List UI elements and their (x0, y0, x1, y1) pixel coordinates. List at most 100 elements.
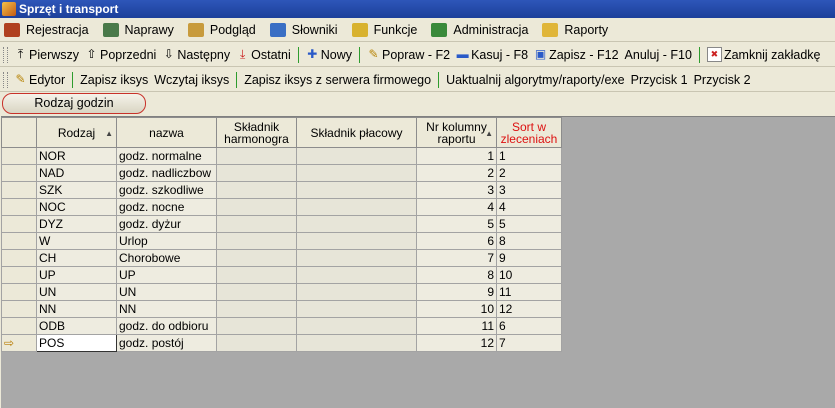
row-indicator[interactable] (1, 300, 37, 318)
cell-sort[interactable]: 10 (496, 266, 562, 284)
table-row-selected[interactable]: ⇨ POS godz. postój 12 7 (1, 334, 562, 352)
delete-button[interactable]: ▬ Kasuj - F8 (453, 48, 531, 62)
column-header-nr-kolumny[interactable]: Nr kolumny raportu ▲ (416, 117, 497, 148)
cell-sort[interactable]: 12 (496, 300, 562, 318)
custom-button-1[interactable]: Przycisk 1 (628, 73, 691, 87)
table-row[interactable]: NOR godz. normalne 1 1 (1, 147, 562, 165)
menu-administracja[interactable]: Administracja (427, 19, 538, 41)
save-button[interactable]: ▣ Zapisz - F12 (531, 48, 621, 62)
editor-button[interactable]: ✎ Edytor (11, 73, 68, 87)
table-row[interactable]: NN NN 10 12 (1, 300, 562, 318)
cell-skladnik-plac[interactable] (296, 147, 417, 165)
menu-naprawy[interactable]: Naprawy (99, 19, 184, 41)
cell-skladnik-plac[interactable] (296, 198, 417, 216)
cell-skladnik-harm[interactable] (216, 181, 297, 199)
toolbar-grip[interactable] (3, 71, 8, 88)
menu-funkcje[interactable]: Funkcje (348, 19, 428, 41)
cell-nazwa[interactable]: godz. dyżur (116, 215, 217, 233)
menu-podglad[interactable]: Podgląd (184, 19, 266, 41)
cell-skladnik-harm[interactable] (216, 232, 297, 250)
cell-nr-kolumny[interactable]: 12 (416, 334, 497, 352)
cell-nazwa[interactable]: UP (116, 266, 217, 284)
first-button[interactable]: ⤒ Pierwszy (11, 48, 82, 62)
row-indicator[interactable] (1, 317, 37, 335)
save-iksys-server-button[interactable]: Zapisz iksys z serwera firmowego (241, 73, 434, 87)
cancel-button[interactable]: Anuluj - F10 (622, 48, 695, 62)
cell-rodzaj[interactable]: CH (36, 249, 117, 267)
cell-nr-kolumny[interactable]: 9 (416, 283, 497, 301)
row-indicator[interactable] (1, 164, 37, 182)
cell-rodzaj[interactable]: NN (36, 300, 117, 318)
cell-rodzaj[interactable]: POS (36, 334, 117, 352)
cell-nazwa[interactable]: godz. nadliczbow (116, 164, 217, 182)
cell-sort[interactable]: 5 (496, 215, 562, 233)
column-header-skladnik-harmonogramu[interactable]: Składnik harmonogra (216, 117, 297, 148)
menu-slowniki[interactable]: Słowniki (266, 19, 348, 41)
row-indicator[interactable] (1, 266, 37, 284)
cell-nazwa[interactable]: Chorobowe (116, 249, 217, 267)
cell-skladnik-harm[interactable] (216, 249, 297, 267)
table-row[interactable]: NOC godz. nocne 4 4 (1, 198, 562, 216)
close-tab-button[interactable]: ✖ Zamknij zakładkę (704, 47, 824, 62)
cell-skladnik-plac[interactable] (296, 300, 417, 318)
cell-rodzaj[interactable]: ODB (36, 317, 117, 335)
cell-nr-kolumny[interactable]: 7 (416, 249, 497, 267)
new-button[interactable]: ✚ Nowy (303, 48, 355, 62)
cell-skladnik-plac[interactable] (296, 232, 417, 250)
row-indicator[interactable] (1, 215, 37, 233)
cell-skladnik-harm[interactable] (216, 266, 297, 284)
menu-raporty[interactable]: Raporty (538, 19, 618, 41)
row-indicator[interactable] (1, 181, 37, 199)
cell-nazwa[interactable]: UN (116, 283, 217, 301)
save-iksys-button[interactable]: Zapisz iksys (77, 73, 151, 87)
cell-nr-kolumny[interactable]: 1 (416, 147, 497, 165)
row-indicator[interactable] (1, 249, 37, 267)
cell-skladnik-harm[interactable] (216, 300, 297, 318)
load-iksys-button[interactable]: Wczytaj iksys (151, 73, 232, 87)
cell-nr-kolumny[interactable]: 11 (416, 317, 497, 335)
column-header-sort[interactable]: Sort w zleceniach (496, 117, 562, 148)
cell-sort[interactable]: 3 (496, 181, 562, 199)
table-row[interactable]: NAD godz. nadliczbow 2 2 (1, 164, 562, 182)
cell-skladnik-harm[interactable] (216, 164, 297, 182)
cell-rodzaj[interactable]: NOR (36, 147, 117, 165)
menu-rejestracja[interactable]: Rejestracja (0, 19, 99, 41)
cell-skladnik-plac[interactable] (296, 215, 417, 233)
update-algorithms-button[interactable]: Uaktualnij algorytmy/raporty/exe (443, 73, 628, 87)
cell-skladnik-plac[interactable] (296, 317, 417, 335)
cell-rodzaj[interactable]: NOC (36, 198, 117, 216)
column-header-nazwa[interactable]: nazwa (116, 117, 217, 148)
cell-nazwa[interactable]: Urlop (116, 232, 217, 250)
cell-skladnik-harm[interactable] (216, 317, 297, 335)
row-indicator[interactable] (1, 147, 37, 165)
cell-sort[interactable]: 8 (496, 232, 562, 250)
row-indicator[interactable]: ⇨ (1, 334, 37, 352)
cell-nazwa[interactable]: godz. nocne (116, 198, 217, 216)
cell-nr-kolumny[interactable]: 2 (416, 164, 497, 182)
cell-skladnik-plac[interactable] (296, 181, 417, 199)
custom-button-2[interactable]: Przycisk 2 (691, 73, 754, 87)
cell-nazwa[interactable]: godz. szkodliwe (116, 181, 217, 199)
cell-skladnik-harm[interactable] (216, 215, 297, 233)
cell-skladnik-plac[interactable] (296, 266, 417, 284)
cell-rodzaj[interactable]: SZK (36, 181, 117, 199)
table-row[interactable]: W Urlop 6 8 (1, 232, 562, 250)
row-indicator[interactable] (1, 232, 37, 250)
table-row[interactable]: DYZ godz. dyżur 5 5 (1, 215, 562, 233)
cell-rodzaj[interactable]: DYZ (36, 215, 117, 233)
cell-skladnik-plac[interactable] (296, 249, 417, 267)
cell-sort[interactable]: 6 (496, 317, 562, 335)
cell-skladnik-harm[interactable] (216, 147, 297, 165)
cell-nr-kolumny[interactable]: 4 (416, 198, 497, 216)
cell-rodzaj[interactable]: UN (36, 283, 117, 301)
cell-nr-kolumny[interactable]: 3 (416, 181, 497, 199)
column-header-skladnik-placowy[interactable]: Składnik płacowy (296, 117, 417, 148)
cell-rodzaj[interactable]: UP (36, 266, 117, 284)
cell-nazwa[interactable]: godz. do odbioru (116, 317, 217, 335)
column-header-rodzaj[interactable]: Rodzaj ▲ (36, 117, 117, 148)
cell-sort[interactable]: 7 (496, 334, 562, 352)
cell-skladnik-plac[interactable] (296, 334, 417, 352)
cell-nr-kolumny[interactable]: 8 (416, 266, 497, 284)
table-row[interactable]: UP UP 8 10 (1, 266, 562, 284)
next-button[interactable]: ⇩ Następny (159, 48, 233, 62)
